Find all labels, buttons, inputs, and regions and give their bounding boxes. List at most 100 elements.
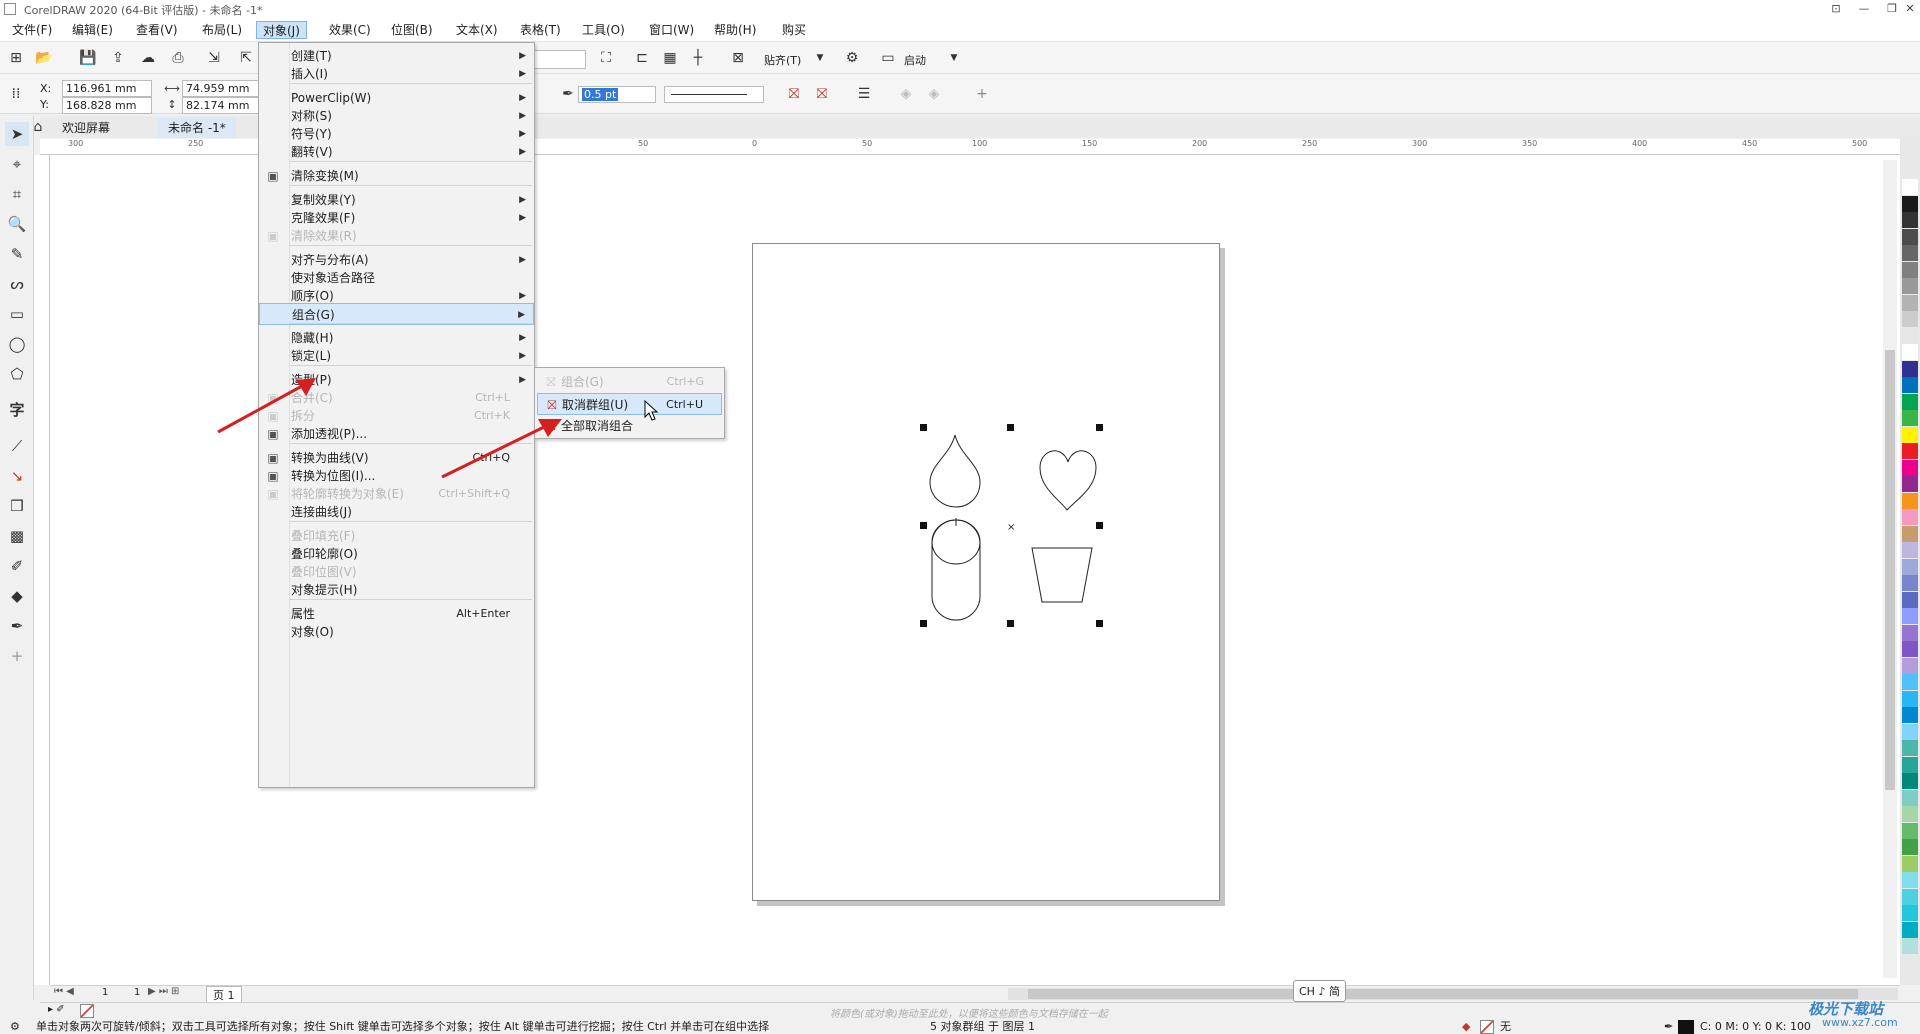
selected-group[interactable]: × (910, 420, 1110, 630)
palette-swatch[interactable] (1902, 212, 1918, 228)
status-gear-icon[interactable]: ⚙ (10, 1020, 20, 1034)
palette-swatch[interactable] (1902, 476, 1918, 492)
launch-dropdown[interactable]: 启动 (904, 52, 926, 68)
zoom-combo[interactable] (534, 50, 586, 69)
fit-page-icon[interactable]: ⛶ (596, 48, 616, 68)
palette-swatch[interactable] (1902, 591, 1918, 608)
menu-edit[interactable]: 编辑(E) (66, 21, 119, 39)
horizontal-scroll-thumb[interactable] (1028, 989, 1858, 999)
palette-swatch[interactable] (1902, 641, 1918, 657)
x-position-field[interactable]: 116.961 mm (62, 80, 152, 97)
interactive-fill-icon[interactable]: ◆ (5, 584, 29, 608)
palette-swatch[interactable] (1902, 624, 1918, 641)
palette-swatch[interactable] (1902, 327, 1918, 344)
palette-swatch[interactable] (1902, 905, 1918, 921)
palette-swatch[interactable] (1902, 839, 1918, 855)
gear-icon[interactable]: ⚙ (842, 48, 862, 68)
menu-table[interactable]: 表格(T) (514, 21, 567, 39)
palette-swatch[interactable] (1902, 443, 1918, 459)
shape-tool-icon[interactable]: ⌖ (5, 152, 29, 176)
object-menu-item[interactable]: 插入(I) ▶ (259, 63, 534, 85)
palette-swatch[interactable] (1902, 228, 1918, 245)
launch-chevron-icon[interactable]: ▼ (944, 48, 964, 68)
to-back-icon[interactable]: ◈ (924, 84, 944, 104)
palette-swatch[interactable] (1902, 459, 1918, 476)
ungroup-all-icon[interactable]: ⛝ (812, 84, 832, 104)
chevron-down-icon[interactable]: ▼ (810, 48, 830, 68)
outline-width-field[interactable]: 0.5 pt (578, 86, 656, 103)
palette-swatch[interactable] (1902, 740, 1918, 756)
palette-swatch[interactable] (1902, 393, 1918, 410)
palette-swatch[interactable] (1902, 179, 1918, 195)
print-icon[interactable]: ⎙ (168, 48, 188, 68)
object-menu-item[interactable]: 锁定(L) ▶ (259, 345, 534, 367)
upload-icon[interactable]: ⇪ (108, 48, 128, 68)
line-style-combo[interactable] (664, 86, 764, 103)
smart-fill-icon[interactable]: ✒ (5, 614, 29, 638)
object-menu-item[interactable]: 翻转(V) ▶ (259, 141, 534, 163)
zoom-tool-icon[interactable]: 🔍 (5, 212, 29, 236)
palette-swatch[interactable] (1902, 707, 1918, 723)
menu-bitmap[interactable]: 位图(B) (385, 21, 439, 39)
palette-swatch[interactable] (1902, 575, 1918, 591)
freehand-tool-icon[interactable]: ✎ (5, 242, 29, 266)
palette-swatch[interactable] (1902, 921, 1918, 938)
object-menu-item[interactable]: 连接曲线(J) (259, 501, 534, 523)
palette-swatch[interactable] (1902, 822, 1918, 839)
open-icon[interactable]: 📂 (34, 48, 54, 68)
palette-swatch[interactable] (1902, 278, 1918, 294)
cloud-icon[interactable]: ☁ (138, 48, 158, 68)
parallel-dimension-icon[interactable]: ⟋ (5, 434, 29, 458)
help-icon[interactable]: ⊡ (1822, 0, 1850, 18)
menu-object[interactable]: 对象(J) (256, 21, 307, 39)
palette-swatch[interactable] (1902, 311, 1918, 327)
palette-swatch[interactable] (1902, 245, 1918, 261)
menu-buy[interactable]: 购买 (776, 21, 812, 39)
palette-swatch[interactable] (1902, 558, 1918, 575)
palette-swatch[interactable] (1902, 723, 1918, 740)
polygon-tool-icon[interactable]: ⬠ (5, 362, 29, 386)
rulers-icon[interactable]: ⊏ (632, 48, 652, 68)
menu-layout[interactable]: 布局(L) (196, 21, 248, 39)
guidelines-icon[interactable]: ┼ (688, 48, 708, 68)
vertical-scrollbar[interactable] (1883, 160, 1897, 978)
menu-view[interactable]: 查看(V) (130, 21, 184, 39)
wrap-text-icon[interactable]: ☰ (854, 84, 874, 104)
close-icon[interactable]: ✕ (1896, 0, 1920, 18)
palette-swatch[interactable] (1902, 872, 1918, 888)
palette-swatch[interactable] (1902, 756, 1918, 773)
last-page-icon[interactable]: ▶ ⏭ ⊞ (148, 986, 179, 997)
rectangle-tool-icon[interactable]: ▭ (5, 302, 29, 326)
palette-swatch[interactable] (1902, 344, 1918, 360)
object-menu-item[interactable]: 对象提示(H) (259, 579, 534, 601)
tab-document[interactable]: 未命名 -1* (158, 118, 236, 138)
snap-off-icon[interactable]: ⊠ (728, 48, 748, 68)
eyedropper-icon[interactable]: ✐ (5, 554, 29, 578)
palette-swatch[interactable] (1902, 294, 1918, 311)
transparency-icon[interactable]: ▩ (5, 524, 29, 548)
ungroup-icon[interactable]: ⛝ (784, 84, 804, 104)
import-icon[interactable]: ⇲ (204, 48, 224, 68)
palette-swatch[interactable] (1902, 525, 1918, 542)
palette-swatch[interactable] (1902, 938, 1918, 954)
crop-tool-icon[interactable]: ⌗ (5, 182, 29, 206)
snap-dropdown[interactable]: 贴齐(T) (764, 52, 801, 68)
new-document-icon[interactable]: ⊞ (6, 48, 26, 68)
palette-swatch[interactable] (1902, 360, 1918, 377)
launch-icon[interactable]: ▭ (878, 48, 898, 68)
palette-swatch[interactable] (1902, 789, 1918, 806)
no-color-swatch[interactable] (80, 1004, 94, 1018)
palette-swatch[interactable] (1902, 377, 1918, 393)
palette-swatch[interactable] (1902, 773, 1918, 789)
ime-indicator[interactable]: CH ♪ 简 (1293, 980, 1346, 1002)
to-front-icon[interactable]: ◈ (896, 84, 916, 104)
pick-tool-icon[interactable]: ➤ (5, 122, 29, 146)
horizontal-scrollbar[interactable] (1008, 988, 1898, 1000)
add-icon[interactable]: + (972, 84, 992, 104)
palette-swatch[interactable] (1902, 195, 1918, 212)
menu-file[interactable]: 文件(F) (6, 21, 58, 39)
object-menu-item[interactable]: 组合(G) ▶ (259, 303, 534, 325)
connector-tool-icon[interactable]: ↘ (5, 464, 29, 488)
palette-swatch[interactable] (1902, 261, 1918, 278)
palette-swatch[interactable] (1902, 608, 1918, 624)
